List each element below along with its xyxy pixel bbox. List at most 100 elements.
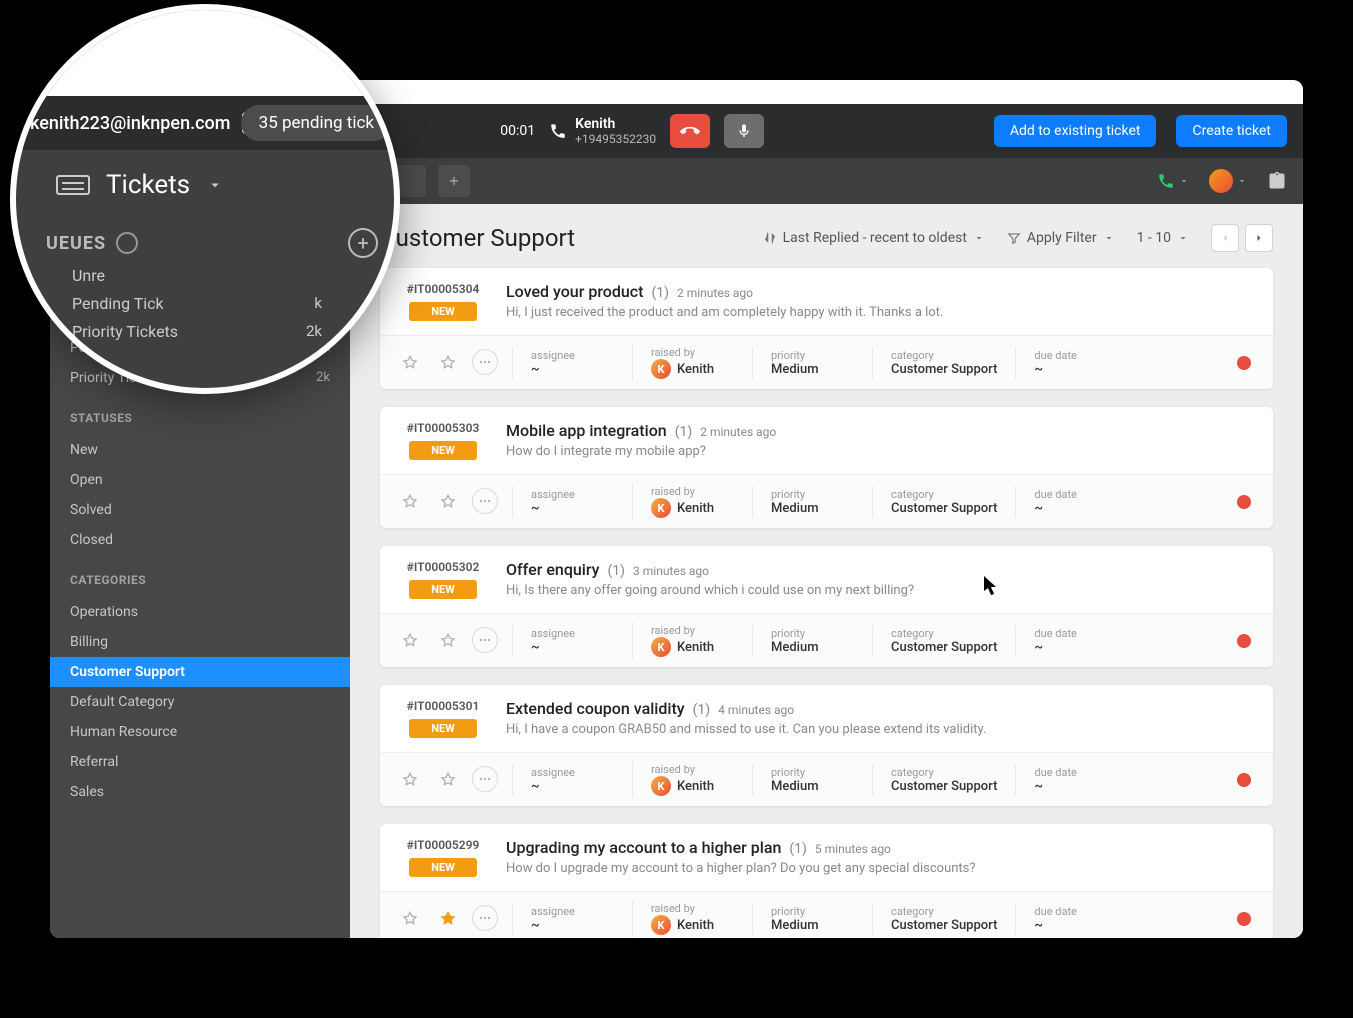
phone-dropdown[interactable]	[1157, 172, 1189, 190]
more-button[interactable]	[472, 766, 498, 792]
sidebar-category-item[interactable]: Customer Support	[50, 657, 350, 687]
star-button[interactable]	[434, 349, 462, 377]
status-indicator	[1237, 634, 1251, 648]
ticket-subject: Offer enquiry	[506, 560, 599, 579]
more-icon	[478, 494, 492, 508]
add-to-existing-button[interactable]: Add to existing ticket	[994, 115, 1157, 147]
next-page-button[interactable]	[1245, 224, 1273, 252]
ticket-subject: Mobile app integration	[506, 421, 667, 440]
sort-icon	[763, 231, 777, 245]
sidebar-category-item[interactable]: Billing	[50, 627, 350, 657]
ticket-time: 2 minutes ago	[700, 425, 776, 439]
status-indicator	[1237, 912, 1251, 926]
sidebar-status-item[interactable]: Closed	[50, 525, 350, 555]
raised-by-label: raised by	[651, 902, 734, 915]
ticket-card[interactable]: #IT00005303 NEW Mobile app integration (…	[380, 407, 1273, 528]
ticket-card[interactable]: #IT00005299 NEW Upgrading my account to …	[380, 824, 1273, 938]
filter-dropdown[interactable]: Apply Filter	[1007, 230, 1115, 246]
ticket-card[interactable]: #IT00005304 NEW Loved your product (1) 2…	[380, 268, 1273, 389]
raised-by-label: raised by	[651, 485, 734, 498]
raised-by-label: raised by	[651, 346, 734, 359]
chevron-right-icon	[1253, 232, 1265, 244]
pin-button[interactable]	[396, 766, 424, 794]
chevron-down-icon	[1177, 232, 1189, 244]
raised-by-value: KKenith	[651, 776, 734, 796]
sidebar-status-item[interactable]: New	[50, 435, 350, 465]
ticket-card[interactable]: #IT00005302 NEW Offer enquiry (1) 3 minu…	[380, 546, 1273, 667]
pin-icon	[402, 494, 418, 510]
raiser-avatar: K	[651, 776, 671, 796]
page-range[interactable]: 1 - 10	[1137, 230, 1189, 246]
ticket-id: #IT00005302	[398, 560, 488, 574]
ticket-subject: Loved your product	[506, 282, 643, 301]
plus-icon	[447, 174, 461, 188]
sidebar-category-item[interactable]: Sales	[50, 777, 350, 807]
statuses-section-title: STATUSES	[50, 411, 350, 425]
chevron-down-icon	[1103, 232, 1115, 244]
more-button[interactable]	[472, 905, 498, 931]
ticket-reply-count: (1)	[607, 563, 625, 579]
star-button[interactable]	[434, 766, 462, 794]
more-button[interactable]	[472, 349, 498, 375]
phone-green-icon	[1157, 172, 1175, 190]
due-date-label: due date	[1034, 766, 1117, 779]
prev-page-button[interactable]	[1211, 224, 1239, 252]
mute-button[interactable]	[724, 114, 764, 148]
category-value: Customer Support	[891, 918, 997, 933]
star-icon	[440, 772, 456, 788]
call-timer: 00:01	[500, 123, 535, 139]
raised-by-value: KKenith	[651, 498, 734, 518]
ticket-id: #IT00005303	[398, 421, 488, 435]
ticket-preview: How do I upgrade my account to a higher …	[506, 861, 1255, 876]
sidebar-category-item[interactable]: Default Category	[50, 687, 350, 717]
more-button[interactable]	[472, 488, 498, 514]
assignee-value: ~	[531, 779, 614, 794]
category-value: Customer Support	[891, 501, 997, 516]
ticket-subject: Upgrading my account to a higher plan	[506, 838, 781, 857]
clipboard-button[interactable]	[1267, 171, 1287, 191]
pin-icon	[402, 911, 418, 927]
ticket-id: #IT00005299	[398, 838, 488, 852]
more-icon	[478, 772, 492, 786]
create-ticket-button[interactable]: Create ticket	[1176, 115, 1287, 147]
assignee-label: assignee	[531, 905, 614, 918]
magnify-add-queue: +	[348, 228, 378, 258]
ticket-subject: Extended coupon validity	[506, 699, 685, 718]
star-button[interactable]	[434, 627, 462, 655]
pin-button[interactable]	[396, 488, 424, 516]
more-button[interactable]	[472, 627, 498, 653]
assignee-label: assignee	[531, 627, 614, 640]
magnify-queue-item: Priority Tickets	[72, 322, 178, 341]
caller-info: Kenith +19495352230	[549, 116, 656, 146]
sidebar-status-item[interactable]: Solved	[50, 495, 350, 525]
magnify-overlay: kenith223@inknpen.com 35 pending tick Ti…	[10, 4, 400, 394]
sidebar-category-item[interactable]: Operations	[50, 597, 350, 627]
sort-dropdown[interactable]: Last Replied - recent to oldest	[763, 230, 985, 246]
star-button[interactable]	[434, 905, 462, 933]
pin-button[interactable]	[396, 905, 424, 933]
add-button[interactable]	[438, 165, 470, 197]
more-icon	[478, 355, 492, 369]
assignee-value: ~	[531, 640, 614, 655]
star-icon	[440, 633, 456, 649]
page-title: Customer Support	[380, 224, 575, 252]
pin-button[interactable]	[396, 627, 424, 655]
hangup-button[interactable]	[670, 114, 710, 148]
priority-label: priority	[771, 488, 854, 501]
gear-icon	[116, 232, 138, 254]
pin-button[interactable]	[396, 349, 424, 377]
priority-label: priority	[771, 905, 854, 918]
raised-by-value: KKenith	[651, 637, 734, 657]
ticket-reply-count: (1)	[675, 424, 693, 440]
raised-by-value: KKenith	[651, 915, 734, 935]
more-icon	[478, 633, 492, 647]
pin-icon	[402, 772, 418, 788]
sidebar-status-item[interactable]: Open	[50, 465, 350, 495]
ticket-card[interactable]: #IT00005301 NEW Extended coupon validity…	[380, 685, 1273, 806]
sidebar-category-item[interactable]: Human Resource	[50, 717, 350, 747]
star-button[interactable]	[434, 488, 462, 516]
content-header: Customer Support Last Replied - recent t…	[380, 224, 1273, 252]
assignee-value: ~	[531, 918, 614, 933]
user-menu[interactable]	[1209, 169, 1247, 193]
sidebar-category-item[interactable]: Referral	[50, 747, 350, 777]
